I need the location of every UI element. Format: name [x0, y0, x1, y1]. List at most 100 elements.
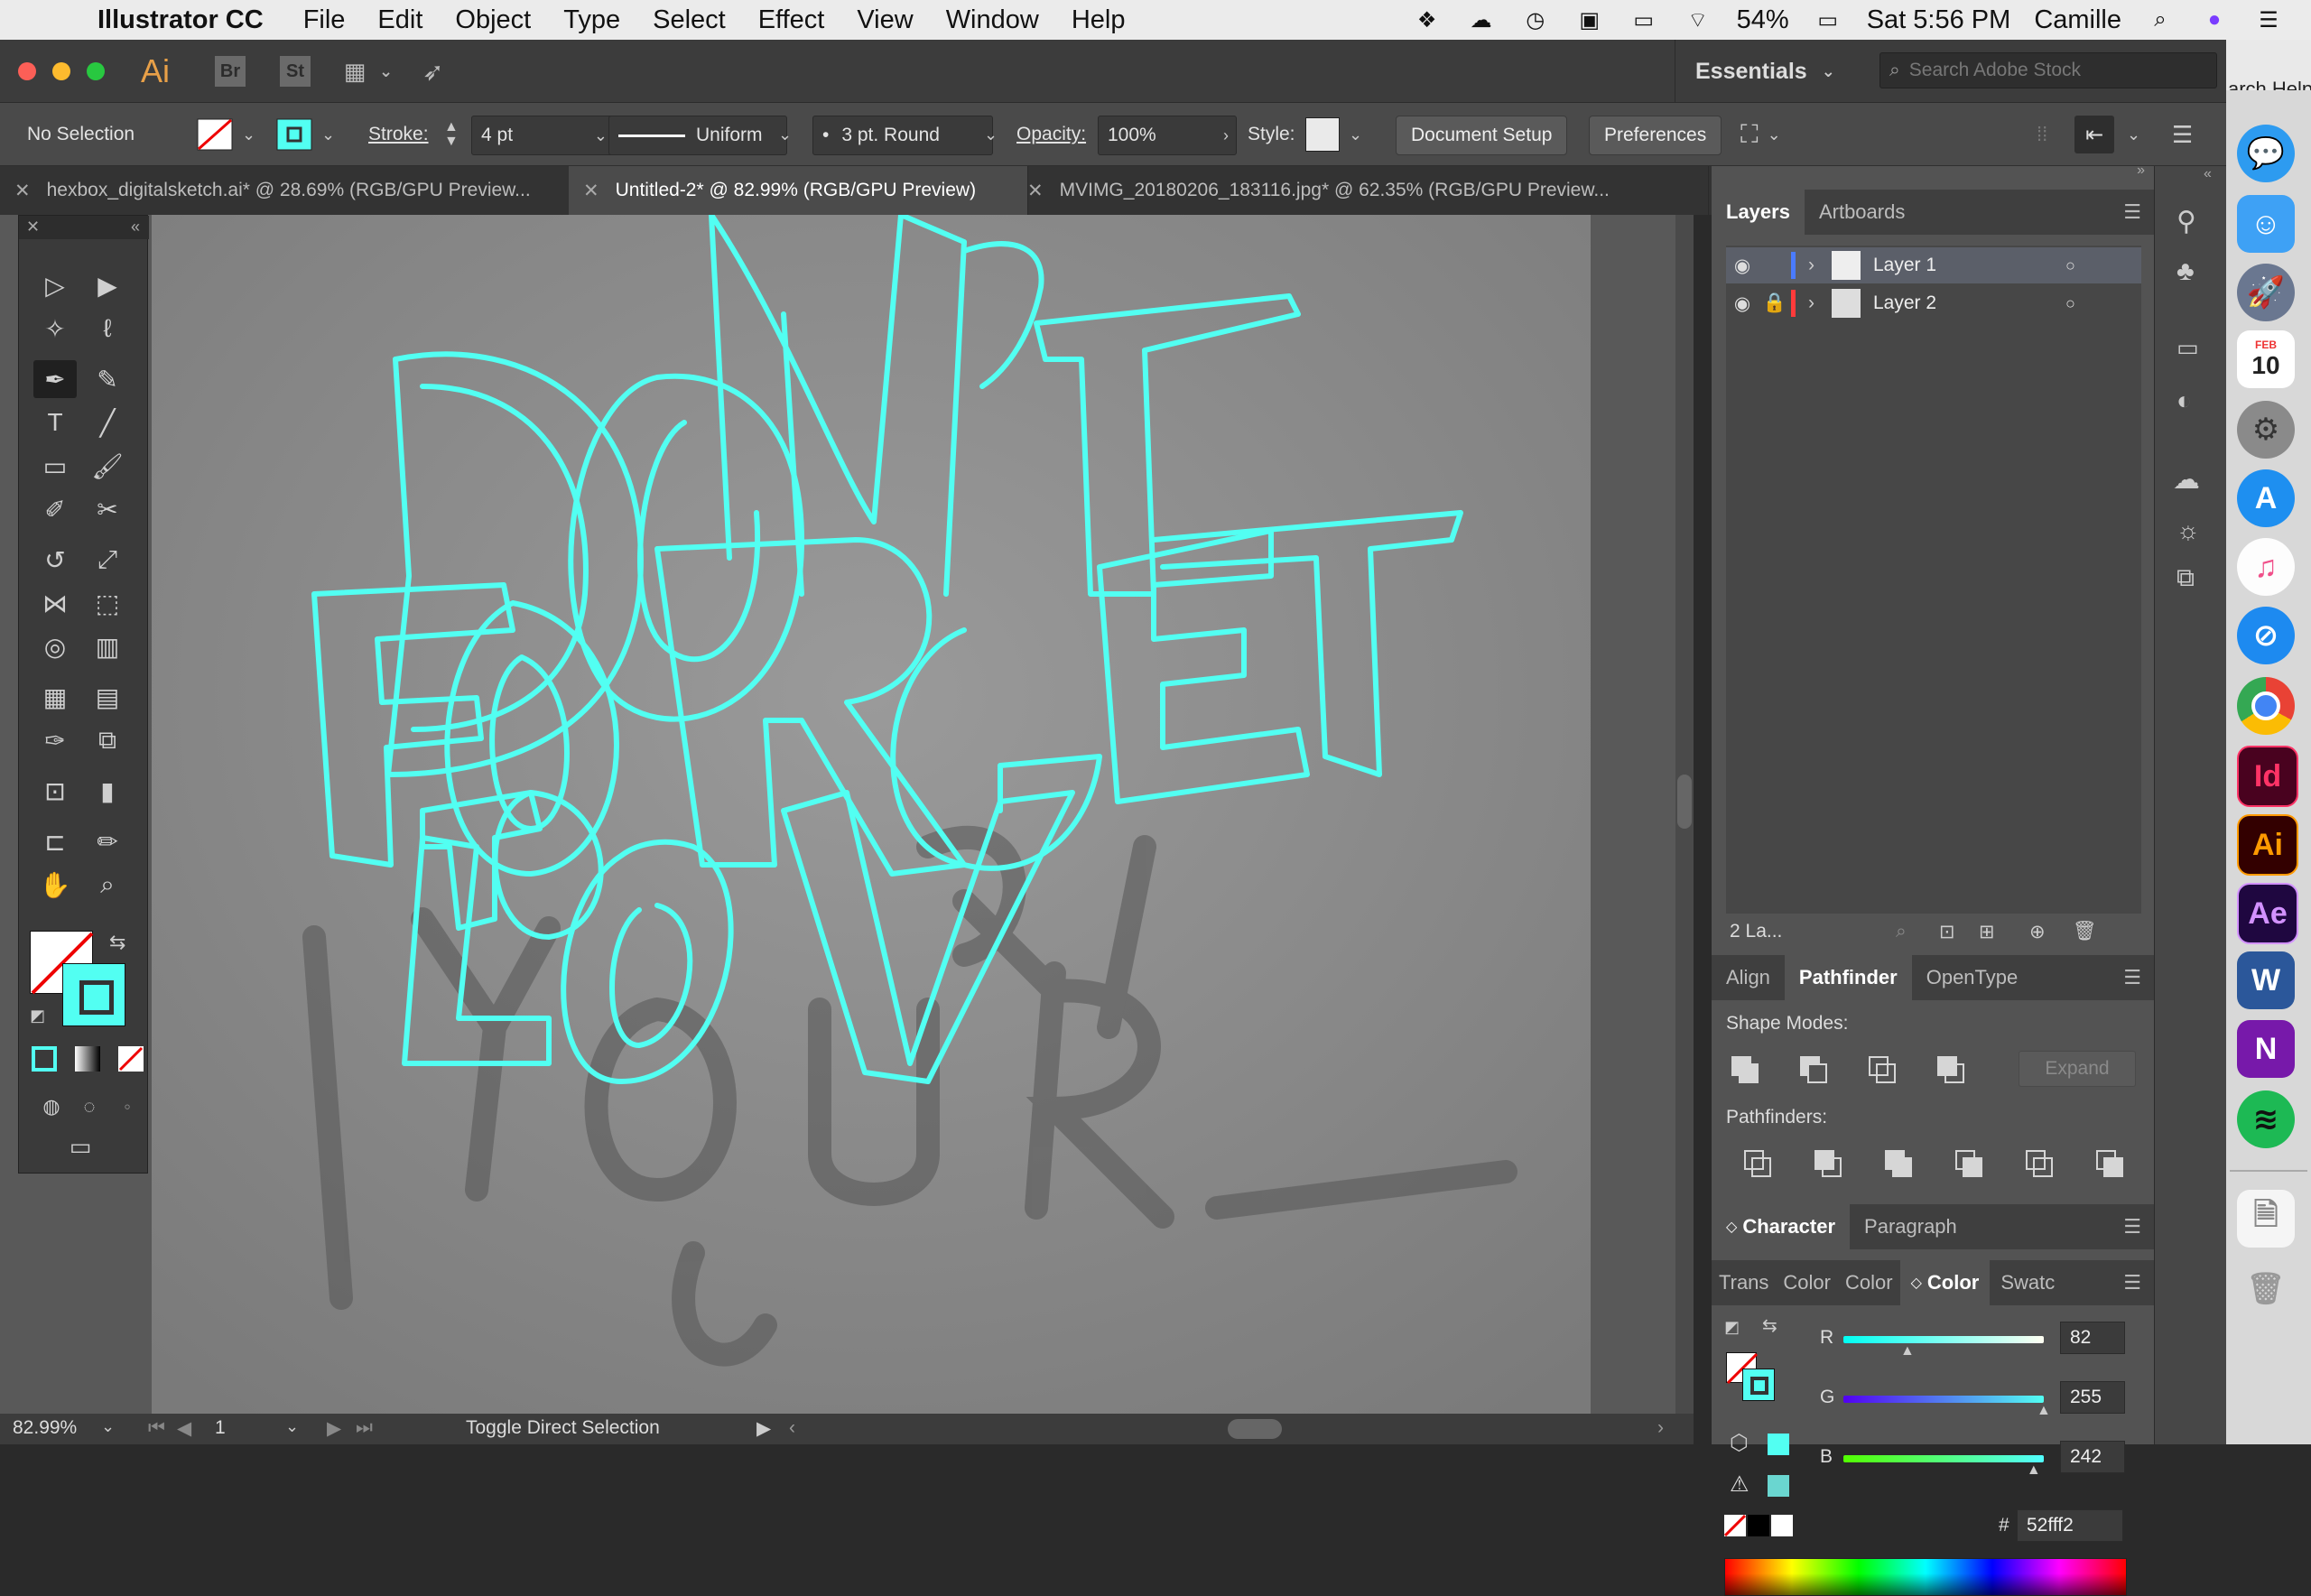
- bridge-button[interactable]: Br: [215, 56, 246, 87]
- eyedropper-tool-icon[interactable]: ✑: [33, 721, 77, 759]
- trim-icon[interactable]: [1814, 1150, 1842, 1177]
- stroke-weight-field[interactable]: 4 pt ⌄: [471, 116, 616, 155]
- selection-tool-icon[interactable]: ▷: [33, 266, 77, 304]
- web-safe-swatch[interactable]: [1768, 1434, 1789, 1455]
- artboard-tool-icon[interactable]: ⊏: [33, 822, 77, 860]
- none-mode-icon[interactable]: [118, 1046, 144, 1072]
- outline-icon[interactable]: [2026, 1150, 2053, 1177]
- new-sublayer-icon[interactable]: ⊞: [1979, 921, 1995, 943]
- g-slider-thumb[interactable]: ▲: [2037, 1403, 2051, 1419]
- pencil-sketch-artwork[interactable]: [152, 215, 1591, 1414]
- puppet-warp-icon[interactable]: ⚲: [2176, 206, 2196, 237]
- eye-icon[interactable]: ◉: [1726, 255, 1759, 277]
- chevron-down-icon[interactable]: ⌄: [594, 126, 608, 145]
- b-slider-thumb[interactable]: ▲: [2027, 1462, 2041, 1479]
- clock[interactable]: Sat 5:56 PM: [1867, 5, 2011, 35]
- draw-behind-icon[interactable]: ◌: [68, 1088, 111, 1126]
- g-value-field[interactable]: 255: [2060, 1381, 2125, 1414]
- preferences-button[interactable]: Preferences: [1589, 116, 1722, 155]
- battery-icon[interactable]: ▭: [1813, 6, 1843, 33]
- type-tool-icon[interactable]: T: [33, 404, 77, 441]
- r-slider-track[interactable]: [1843, 1336, 2044, 1343]
- layer-name[interactable]: Layer 1: [1873, 255, 1936, 276]
- paintbrush-tool-icon[interactable]: 🖌: [86, 447, 129, 485]
- variable-width-profile[interactable]: Uniform: [608, 116, 787, 155]
- close-tab-icon[interactable]: ✕: [1027, 180, 1044, 202]
- messages-app-icon[interactable]: 💬: [2237, 125, 2295, 182]
- spotify-app-icon[interactable]: ≋: [2237, 1090, 2295, 1148]
- cc-libraries-icon[interactable]: ☁: [2173, 464, 2200, 496]
- next-artboard-icon[interactable]: ▶: [327, 1417, 341, 1440]
- menu-object[interactable]: Object: [455, 5, 531, 35]
- chevron-right-icon[interactable]: ›: [1808, 292, 1826, 314]
- dropbox-icon[interactable]: ❖: [1412, 6, 1443, 33]
- gradient-mode-icon[interactable]: [75, 1046, 100, 1072]
- direct-selection-tool-icon[interactable]: ▶: [86, 266, 129, 304]
- minimize-window-button[interactable]: [52, 62, 70, 80]
- system-preferences-app-icon[interactable]: ⚙: [2237, 401, 2295, 459]
- align-to-icon[interactable]: ⇤: [2074, 116, 2114, 153]
- tab-swatches[interactable]: Swatc: [1990, 1260, 2065, 1305]
- fill-swatch[interactable]: ⌄: [197, 116, 255, 153]
- tab-align[interactable]: Align: [1712, 955, 1785, 1000]
- artboard-number[interactable]: 1: [215, 1417, 226, 1439]
- menu-edit[interactable]: Edit: [377, 5, 422, 35]
- chevron-down-icon[interactable]: ⌄: [101, 1417, 115, 1436]
- shape-builder-tool-icon[interactable]: ◎: [33, 627, 77, 665]
- black-quick-swatch[interactable]: [1748, 1515, 1769, 1536]
- chevron-down-icon[interactable]: ⌄: [769, 116, 792, 153]
- change-screen-mode-icon[interactable]: ▭: [59, 1127, 102, 1165]
- opacity-field[interactable]: 100% ›: [1098, 116, 1237, 155]
- symbols-icon[interactable]: ♣: [2176, 256, 2195, 287]
- chevron-down-icon[interactable]: ⌄: [321, 125, 335, 144]
- g-slider-track[interactable]: [1843, 1396, 2044, 1403]
- color-spectrum-bar[interactable]: [1724, 1558, 2127, 1596]
- document-setup-button[interactable]: Document Setup: [1396, 116, 1568, 155]
- stroke-swatch[interactable]: ⌄: [276, 116, 335, 153]
- panel-collapse-bar[interactable]: »: [1712, 162, 2154, 178]
- target-icon[interactable]: ○: [2065, 256, 2075, 275]
- menu-select[interactable]: Select: [653, 5, 726, 35]
- swap-colors-icon[interactable]: ⇆: [109, 931, 125, 954]
- tab-transparency[interactable]: Trans: [1712, 1260, 1776, 1305]
- chevron-down-icon[interactable]: ⌄: [975, 116, 998, 153]
- close-window-button[interactable]: [18, 62, 36, 80]
- menu-type[interactable]: Type: [563, 5, 620, 35]
- isolate-icon[interactable]: ⛶ ⌄: [1740, 116, 1781, 153]
- notification-center-icon[interactable]: ☰: [2253, 6, 2284, 33]
- menu-file[interactable]: File: [303, 5, 346, 35]
- swap-fill-stroke-icon[interactable]: ⇆: [1762, 1314, 1777, 1337]
- stock-button[interactable]: St: [280, 56, 311, 87]
- default-fill-stroke-icon[interactable]: ◩: [1724, 1318, 1740, 1337]
- align-grid-icon[interactable]: ⁞⁞: [2037, 116, 2047, 153]
- status-hint[interactable]: Toggle Direct Selection: [466, 1417, 660, 1439]
- menu-effect[interactable]: Effect: [758, 5, 825, 35]
- launchpad-app-icon[interactable]: 🚀: [2237, 264, 2295, 321]
- opacity-label[interactable]: Opacity:: [1016, 116, 1086, 153]
- scroll-right-icon[interactable]: ›: [1657, 1417, 1664, 1439]
- artboard[interactable]: [152, 215, 1591, 1414]
- zoom-window-button[interactable]: [87, 62, 105, 80]
- control-menu-icon[interactable]: ☰: [2172, 116, 2193, 153]
- close-tab-icon[interactable]: ✕: [583, 180, 599, 202]
- graphic-style-swatch[interactable]: ⌄: [1305, 116, 1362, 153]
- rotate-tool-icon[interactable]: ↺: [33, 541, 77, 579]
- white-quick-swatch[interactable]: [1771, 1515, 1793, 1536]
- zoom-level[interactable]: 82.99%: [13, 1417, 77, 1439]
- column-graph-tool-icon[interactable]: ▮: [86, 772, 129, 810]
- rectangle-tool-icon[interactable]: ▭: [33, 447, 77, 485]
- stroke-label[interactable]: Stroke:: [368, 116, 429, 153]
- divide-icon[interactable]: [1744, 1150, 1771, 1177]
- tab-artboards[interactable]: Artboards: [1805, 190, 1919, 235]
- out-of-web-gamut-icon[interactable]: ⬡: [1730, 1430, 1749, 1456]
- panel-menu-icon[interactable]: ☰: [2123, 1271, 2141, 1294]
- width-tool-icon[interactable]: ⋈: [33, 584, 77, 622]
- after-effects-app-icon[interactable]: Ae: [2237, 883, 2298, 944]
- vertical-scrollbar[interactable]: [1675, 215, 1694, 1414]
- pushbullet-icon[interactable]: ▣: [1574, 6, 1605, 33]
- chevron-right-icon[interactable]: ›: [1808, 255, 1826, 276]
- brush-definition[interactable]: • 3 pt. Round: [812, 116, 993, 155]
- close-tab-icon[interactable]: ✕: [14, 180, 31, 202]
- in-gamut-swatch[interactable]: [1768, 1475, 1789, 1497]
- spotlight-icon[interactable]: ⌕: [2145, 6, 2176, 33]
